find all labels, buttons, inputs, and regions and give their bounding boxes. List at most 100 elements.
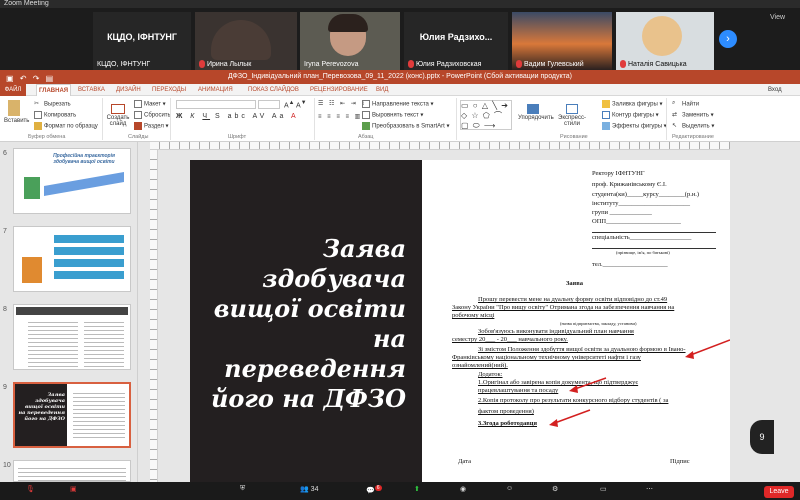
ribbon-tabs: ФАЙЛ ГЛАВНАЯ ВСТАВКА ДИЗАЙН ПЕРЕХОДЫ АНИ… (0, 84, 800, 96)
participant-big-name: Юлия Радзихо... (419, 32, 493, 42)
thumbnail-number: 10 (3, 462, 11, 469)
reactions-icon[interactable]: ☺ (506, 485, 513, 492)
list-buttons[interactable]: ☰ ☷ ⇤ ⇥ ↕ (318, 100, 366, 107)
apps-icon[interactable]: ⚙ (552, 485, 558, 493)
tab-review[interactable]: РЕЦЕНЗИРОВАНИЕ (308, 84, 370, 96)
tab-slideshow[interactable]: ПОКАЗ СЛАЙДОВ (246, 84, 301, 96)
leave-button[interactable]: Leave (764, 486, 794, 498)
tab-animation[interactable]: АНИМАЦИЯ (196, 84, 235, 96)
smartart-button[interactable]: Преобразовать в SmartArt ▾ (362, 122, 449, 130)
video-feed (211, 20, 271, 60)
participant-tile[interactable]: Ирина Лылык (195, 12, 297, 70)
slide-thumbnail-selected[interactable]: Заява здобувача вищої освіти на переведе… (13, 382, 131, 448)
tab-home[interactable]: ГЛАВНАЯ (36, 84, 72, 96)
participant-tile[interactable]: Наталія Савицька (616, 12, 714, 70)
chat-button[interactable]: 💬 6 (366, 485, 382, 494)
section-icon (134, 122, 142, 130)
view-button[interactable]: View (770, 14, 785, 21)
video-off-icon[interactable]: ▣ (70, 485, 77, 493)
zoom-window-title: Zoom Meeting (0, 0, 800, 8)
pen-outline-icon (602, 111, 610, 119)
signin-link[interactable]: Вход (766, 84, 784, 96)
red-arrow-head (549, 419, 558, 427)
mic-muted-icon[interactable]: 🎙 (26, 485, 35, 493)
thumbnail-number: 7 (3, 228, 7, 235)
shapes-gallery[interactable]: ▭ ○ △ ╲ ➔ ◇ ☆ ⬠ ⌒ ▢ ⬭ ⟶ (460, 100, 512, 130)
slide-thumbnails-panel: 6 Професійна траєкторія здобувача вищої … (0, 142, 138, 482)
slide-title[interactable]: Заява здобувача вищої освіти на переведе… (196, 234, 406, 414)
select-button[interactable]: ↖ Выделить ▾ (672, 122, 714, 130)
slide-thumbnail[interactable]: Професійна траєкторія здобувача вищої ос… (13, 148, 131, 214)
paste-button[interactable]: Вставить (4, 100, 29, 124)
clipboard-icon (8, 100, 20, 116)
tab-view[interactable]: ВИД (374, 84, 390, 96)
text-direction-button[interactable]: Направление текста ▾ (362, 100, 434, 108)
tab-design[interactable]: ДИЗАЙН (114, 84, 143, 96)
red-arrow-head (685, 351, 694, 359)
tab-file[interactable]: ФАЙЛ (0, 84, 26, 96)
tab-insert[interactable]: ВСТАВКА (76, 84, 107, 96)
section-button[interactable]: Раздел ▾ (134, 122, 169, 130)
participant-name: Ирина Лылык (207, 60, 252, 68)
slide-title-panel: Заява здобувача вищої освіти на переведе… (190, 160, 422, 482)
group-label: Буфер обмена (28, 134, 66, 140)
font-name-input[interactable] (176, 100, 256, 109)
copy-icon (34, 111, 42, 119)
font-grow-shrink[interactable]: A▲ A▼ (284, 100, 306, 109)
align-buttons[interactable]: ≡ ≡ ≡ ≡ ▥ (318, 113, 362, 120)
record-icon[interactable]: ◉ (460, 485, 466, 493)
thumbnail-title: Професійна траєкторія здобувача вищої ос… (53, 153, 115, 165)
participant-tile-active[interactable]: Iryna Perevozova (300, 12, 400, 70)
format-painter-button[interactable]: Формат по образцу (34, 122, 98, 130)
copy-button[interactable]: Копировать (34, 111, 76, 119)
align-text-button[interactable]: Выровнять текст ▾ (362, 111, 423, 119)
participant-tile[interactable]: Юлия Радзихо... Юлия Радзиховская (404, 12, 508, 70)
slide-thumbnail[interactable] (13, 304, 131, 370)
participants-button[interactable]: 👥 34 (300, 485, 318, 493)
thumbnail-number: 9 (3, 384, 7, 391)
mic-muted-icon (408, 60, 414, 68)
font-format-buttons[interactable]: Ж К Ч S abc AV Aa A (176, 113, 299, 120)
next-page-button[interactable]: › (719, 30, 737, 48)
reset-button[interactable]: Сбросить (134, 111, 171, 119)
shape-outline-button[interactable]: Контур фигуры ▾ (602, 111, 659, 119)
horizontal-ruler (150, 142, 730, 150)
slide-thumbnail[interactable] (13, 460, 131, 482)
find-button[interactable]: ⌕ Найти (672, 100, 699, 108)
cut-button[interactable]: ✂ Вырезать (34, 100, 71, 108)
red-arrow (551, 409, 591, 425)
participant-gallery: КЦДО, ІФНТУНГ КЦДО, ІФНТУНГ Ирина Лылык … (0, 8, 800, 70)
ribbon: Вставить ✂ Вырезать Копировать Формат по … (0, 96, 800, 142)
participant-tile[interactable]: Вадим Гулевський (512, 12, 612, 70)
layout-button[interactable]: Макет ▾ (134, 100, 166, 108)
vertical-ruler (150, 150, 158, 482)
font-size-input[interactable] (258, 100, 280, 109)
replace-icon: ⇄ (672, 112, 678, 118)
participant-name: Наталія Савицька (628, 60, 687, 68)
whiteboard-icon[interactable]: ▭ (600, 485, 607, 493)
slide-page-indicator: 9 (750, 420, 774, 454)
more-icon[interactable]: ⋯ (646, 485, 653, 493)
layout-icon (134, 100, 142, 108)
mic-muted-icon (516, 60, 522, 68)
arrange-icon (527, 104, 539, 114)
participant-name: КЦДО, ІФНТУНГ (97, 61, 151, 68)
slide-thumbnail[interactable] (13, 226, 131, 292)
participant-tile[interactable]: КЦДО, ІФНТУНГ КЦДО, ІФНТУНГ (93, 12, 191, 70)
tab-transitions[interactable]: ПЕРЕХОДЫ (150, 84, 188, 96)
chat-icon: 💬 (366, 487, 375, 495)
search-icon: ⌕ (672, 100, 676, 106)
quick-styles-button[interactable]: Экспресс-стили (552, 104, 592, 127)
reset-icon (134, 111, 142, 119)
thumbnail-number: 6 (3, 150, 7, 157)
security-icon[interactable]: ⛨ (240, 485, 245, 493)
application-document[interactable]: Ректору ІФНТУНГ проф. Крижанівському Є.І… (430, 160, 730, 482)
arrange-button[interactable]: Упорядочить (518, 104, 554, 121)
replace-button[interactable]: ⇄ Заменить ▾ (672, 111, 714, 119)
shape-effects-button[interactable]: Эффекты фигуры ▾ (602, 122, 667, 130)
shape-fill-button[interactable]: Заливка фигуры ▾ (602, 100, 663, 108)
create-slide-button[interactable]: Создать слайд (106, 104, 130, 127)
mic-muted-icon (199, 60, 205, 68)
share-screen-icon[interactable]: ⬆ (414, 485, 420, 493)
smartart-icon (362, 122, 370, 130)
